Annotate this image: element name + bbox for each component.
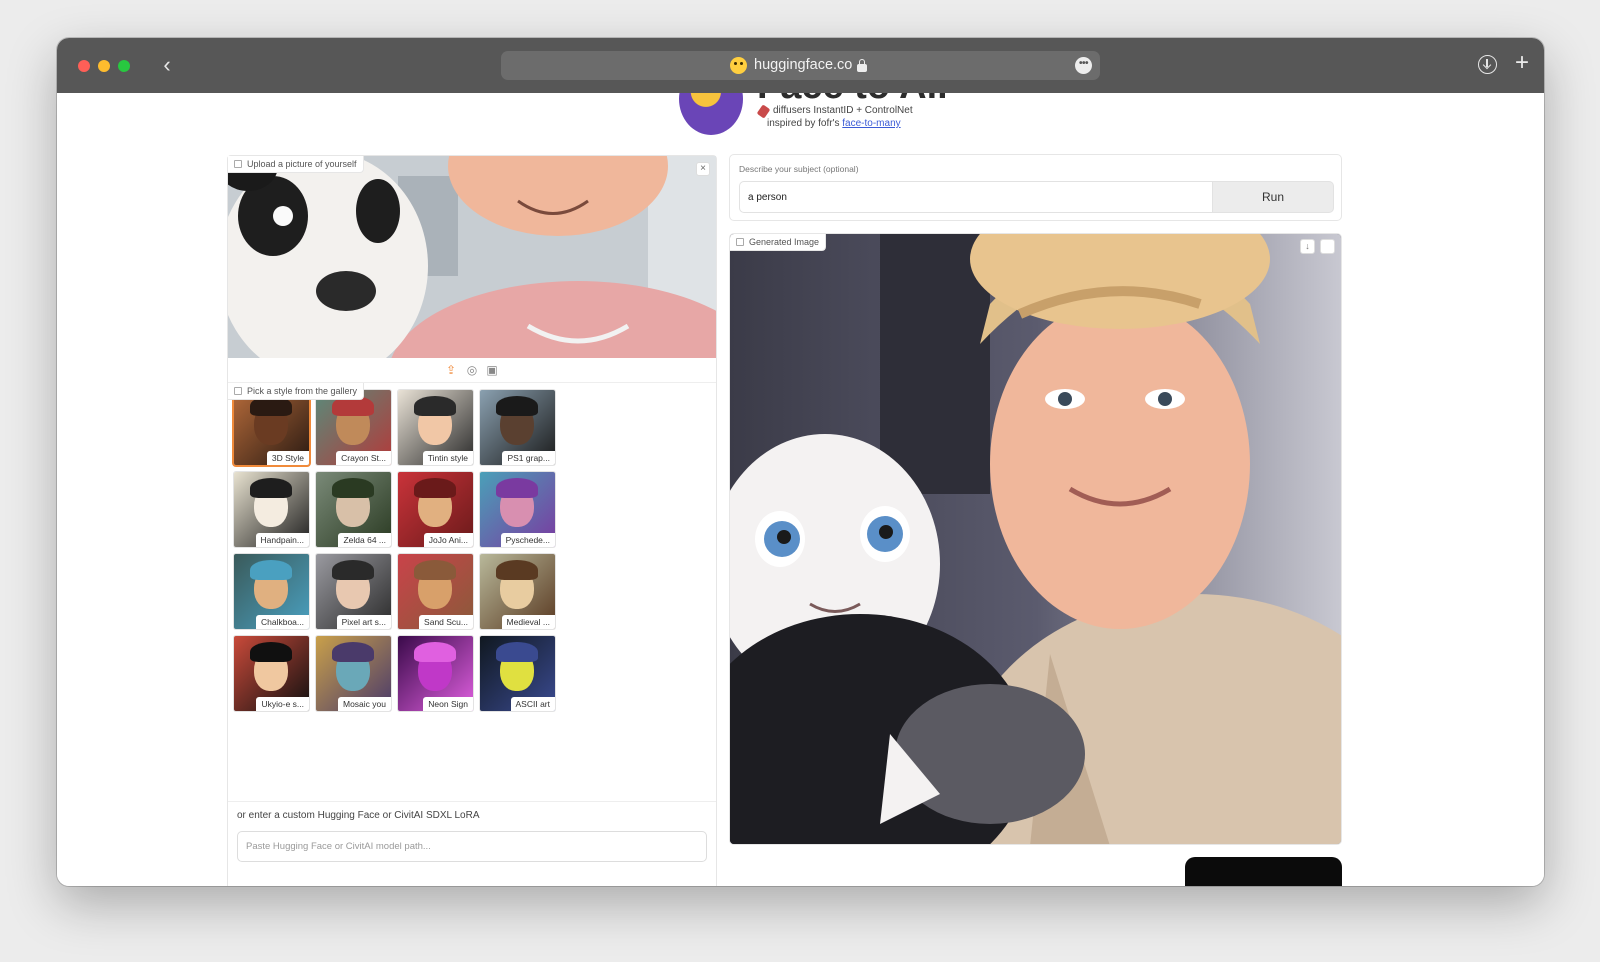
image-icon <box>234 160 242 168</box>
input-panel: Upload a picture of yourself × ⇪ ◎ ▣ Pic… <box>227 155 717 886</box>
gallery-item-hair <box>496 642 538 662</box>
lora-section: or enter a custom Hugging Face or CivitA… <box>228 801 716 886</box>
gallery-item-caption: Chalkboa... <box>256 615 309 629</box>
generated-image-panel: Generated Image ↓ <box>729 233 1342 845</box>
gallery-item-caption: Tintin style <box>422 451 473 465</box>
face-to-many-link[interactable]: face-to-many <box>842 118 900 129</box>
image-icon <box>736 238 744 246</box>
browser-toolbar: ‹ huggingface.co ••• + <box>57 38 1544 93</box>
address-bar-url: huggingface.co <box>754 57 853 73</box>
gallery-item-caption: 3D Style <box>266 451 309 465</box>
uploaded-photo-image <box>228 156 716 358</box>
browser-window: ‹ huggingface.co ••• + Face to All diffu… <box>57 38 1544 886</box>
gallery-item-caption: Sand Scu... <box>419 615 473 629</box>
share-icon[interactable] <box>1320 239 1335 254</box>
download-icon[interactable] <box>1478 55 1497 74</box>
gallery-item-caption: ASCII art <box>510 697 555 711</box>
clipboard-icon[interactable]: ▣ <box>486 364 498 376</box>
gallery-item[interactable]: Crayon St... <box>316 390 391 465</box>
download-image-icon[interactable]: ↓ <box>1300 239 1315 254</box>
hugging-face-logo-icon <box>730 57 747 74</box>
share-button[interactable] <box>1185 857 1342 886</box>
gallery-item-caption: Crayon St... <box>336 451 391 465</box>
generated-image <box>730 234 1341 844</box>
prompt-label: Describe your subject (optional) <box>739 164 859 174</box>
upload-label-text: Upload a picture of yourself <box>247 159 357 169</box>
page-content: Face to All diffusers InstantID + Contro… <box>57 93 1544 886</box>
gallery-item[interactable]: JoJo Ani... <box>398 472 473 547</box>
gallery-item-hair <box>414 642 456 662</box>
gallery-item[interactable]: Zelda 64 ... <box>316 472 391 547</box>
uploaded-photo[interactable] <box>228 156 716 358</box>
gallery-item-caption: Zelda 64 ... <box>338 533 391 547</box>
gallery-item-caption: Ukyio-e s... <box>256 697 309 711</box>
minimize-window-button[interactable] <box>98 60 110 72</box>
upload-label: Upload a picture of yourself <box>228 156 364 173</box>
gallery-item-caption: Pyschede... <box>500 533 555 547</box>
gallery-item-hair <box>332 560 374 580</box>
gallery-item-caption: Handpain... <box>255 533 309 547</box>
gallery-item[interactable]: Mosaic you <box>316 636 391 711</box>
gallery-item-hair <box>414 396 456 416</box>
gallery-item[interactable]: Pixel art s... <box>316 554 391 629</box>
gallery-item-caption: Neon Sign <box>423 697 473 711</box>
gallery-item-hair <box>250 642 292 662</box>
gallery-item[interactable]: 3D Style <box>234 390 309 465</box>
zoom-window-button[interactable] <box>118 60 130 72</box>
gallery-item-caption: PS1 grap... <box>502 451 555 465</box>
chevron-left-icon[interactable]: ‹ <box>155 52 179 80</box>
address-bar[interactable]: huggingface.co ••• <box>501 51 1100 80</box>
gallery-item[interactable]: Neon Sign <box>398 636 473 711</box>
gallery-label: Pick a style from the gallery <box>228 383 365 400</box>
gallery-item-hair <box>332 642 374 662</box>
gallery-item-caption: Medieval ... <box>501 615 555 629</box>
page-subtitle: diffusers InstantID + ControlNet <box>773 105 913 116</box>
gallery-item-hair <box>250 560 292 580</box>
lora-path-input[interactable] <box>237 831 707 862</box>
prompt-section: Describe your subject (optional) Run <box>729 154 1342 221</box>
gallery-item[interactable]: Ukyio-e s... <box>234 636 309 711</box>
gallery-item-hair <box>496 560 538 580</box>
credit-prefix: inspired by fofr's <box>767 118 843 129</box>
upload-icon[interactable]: ⇪ <box>445 364 457 376</box>
page-credit: inspired by fofr's face-to-many <box>767 118 901 129</box>
gallery-item[interactable]: Chalkboa... <box>234 554 309 629</box>
plus-icon[interactable]: + <box>1510 51 1534 76</box>
gallery-item-hair <box>496 396 538 416</box>
gallery-item[interactable]: Handpain... <box>234 472 309 547</box>
gallery-item[interactable]: Pyschede... <box>480 472 555 547</box>
image-icon <box>234 387 242 395</box>
gallery-item-caption: Mosaic you <box>338 697 391 711</box>
close-icon[interactable]: × <box>696 162 710 176</box>
app-logo <box>679 93 743 135</box>
gallery-item-hair <box>332 478 374 498</box>
gallery-item-hair <box>250 478 292 498</box>
gallery-item-hair <box>496 478 538 498</box>
prompt-input[interactable] <box>739 181 1212 213</box>
gallery-item[interactable]: Medieval ... <box>480 554 555 629</box>
gallery-item[interactable]: Sand Scu... <box>398 554 473 629</box>
gallery-item[interactable]: PS1 grap... <box>480 390 555 465</box>
close-window-button[interactable] <box>78 60 90 72</box>
gallery-label-text: Pick a style from the gallery <box>247 386 358 396</box>
gallery-item-caption: JoJo Ani... <box>423 533 473 547</box>
generated-image-label: Generated Image <box>730 234 827 251</box>
ellipsis-icon[interactable]: ••• <box>1075 57 1092 74</box>
gallery-item[interactable]: Tintin style <box>398 390 473 465</box>
generated-image-label-text: Generated Image <box>749 237 820 247</box>
gallery-item-hair <box>414 478 456 498</box>
lock-icon <box>857 59 867 72</box>
gallery-item-hair <box>414 560 456 580</box>
gallery-item-caption: Pixel art s... <box>336 615 391 629</box>
upload-source-toolbar: ⇪ ◎ ▣ <box>228 358 716 383</box>
lora-label: or enter a custom Hugging Face or CivitA… <box>237 810 480 821</box>
webcam-icon[interactable]: ◎ <box>466 364 478 376</box>
gallery-item[interactable]: ASCII art <box>480 636 555 711</box>
run-button[interactable]: Run <box>1212 181 1334 213</box>
